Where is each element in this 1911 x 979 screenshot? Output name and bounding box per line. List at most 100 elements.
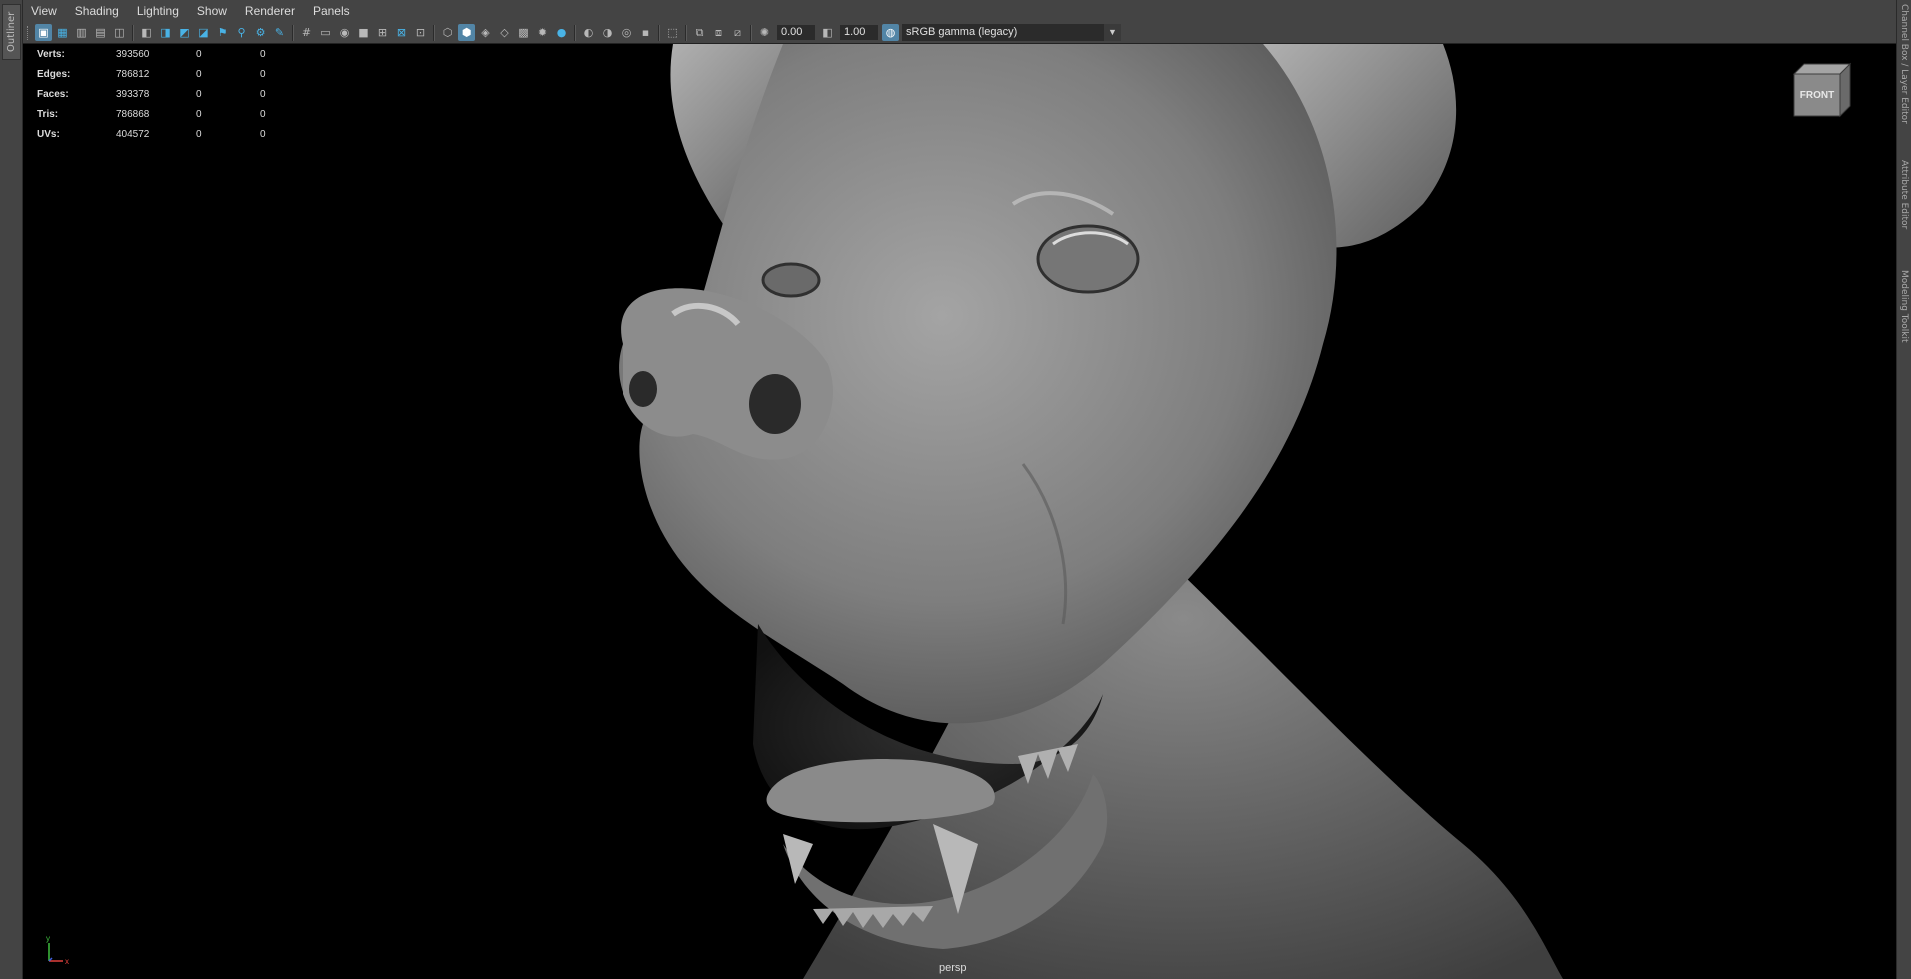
color-management-icon[interactable]: ◍ — [882, 24, 899, 41]
use-all-lights-icon[interactable]: ▩ — [515, 24, 532, 41]
safe-title-icon[interactable]: ⊡ — [412, 24, 429, 41]
modeling-toolkit-tab[interactable]: Modeling Toolkit — [1897, 270, 1911, 343]
axis-y-label: y — [46, 934, 50, 943]
bookmark-icon[interactable]: ▥ — [73, 24, 90, 41]
xray-active-components-icon[interactable]: ⧈ — [710, 24, 727, 41]
hud-value: 393560 — [116, 48, 150, 60]
nostril-left — [629, 371, 657, 407]
two-d-pan-zoom-icon[interactable]: ◫ — [111, 24, 128, 41]
resolution-gate-icon[interactable]: ⚲ — [233, 24, 250, 41]
toolbar-separator — [685, 24, 687, 41]
left-eye — [761, 262, 821, 298]
exposure-field[interactable]: 0.00 — [777, 25, 815, 40]
menu-view[interactable]: View — [23, 0, 66, 22]
motion-blur-icon[interactable]: ◐ — [580, 24, 597, 41]
xray-icon[interactable]: ⬚ — [664, 24, 681, 41]
panel-menubar: View Shading Lighting Show Renderer Pane… — [23, 0, 1896, 23]
hud-label: UVs: — [37, 128, 60, 140]
toolbar-separator — [574, 24, 576, 41]
exposure-icon[interactable]: ✺ — [756, 24, 773, 41]
channel-box-tab[interactable]: Channel Box / Layer Editor — [1897, 4, 1911, 124]
hud-label: Tris: — [37, 108, 59, 120]
hud-value: 393378 — [116, 88, 150, 100]
attribute-editor-tab[interactable]: Attribute Editor — [1897, 160, 1911, 229]
toolbar-separator — [750, 24, 752, 41]
hud-label: Edges: — [37, 68, 71, 80]
dog-head-sculpt — [619, 44, 1563, 979]
wireframe-on-shaded-icon[interactable]: ◈ — [477, 24, 494, 41]
hud-row: Tris: 786868 0 0 — [37, 104, 324, 124]
toolbar-separator — [658, 24, 660, 41]
left-dock-strip: Outliner — [0, 0, 23, 979]
screen-space-ao-icon[interactable]: ● — [553, 24, 570, 41]
safe-action-icon[interactable]: ⊠ — [393, 24, 410, 41]
xray-joints-icon[interactable]: ⧉ — [691, 24, 708, 41]
menu-renderer[interactable]: Renderer — [236, 0, 304, 22]
depth-of-field-icon[interactable]: ◎ — [618, 24, 635, 41]
gamma-field[interactable]: 1.00 — [840, 25, 878, 40]
smooth-shade-icon[interactable]: ⬢ — [458, 24, 475, 41]
toolbar-grip[interactable] — [27, 25, 31, 40]
hud-value: 786868 — [116, 108, 150, 120]
view-transform-dropdown[interactable]: sRGB gamma (legacy) ▼ — [902, 24, 1121, 41]
bookmark-flag-icon[interactable]: ⚑ — [214, 24, 231, 41]
hud-uv: 0 — [260, 48, 266, 60]
chevron-down-icon[interactable]: ▼ — [1104, 24, 1121, 41]
axis-gizmo: y x — [46, 934, 69, 966]
menu-lighting[interactable]: Lighting — [128, 0, 188, 22]
backface-culling-icon[interactable]: ⧄ — [729, 24, 746, 41]
gate-mask-toggle-icon[interactable]: ■ — [355, 24, 372, 41]
gate-mask-icon[interactable]: ⚙ — [252, 24, 269, 41]
view-transform-label: sRGB gamma (legacy) — [906, 26, 1018, 38]
textured-icon[interactable]: ◇ — [496, 24, 513, 41]
hud-row: UVs: 404572 0 0 — [37, 124, 324, 144]
shadows-icon[interactable]: ✹ — [534, 24, 551, 41]
camera-attributes-icon[interactable]: ▦ — [54, 24, 71, 41]
hud-uv: 0 — [260, 88, 266, 100]
view-cube-label: FRONT — [1800, 90, 1834, 101]
gamma-icon[interactable]: ◧ — [819, 24, 836, 41]
hud-selected: 0 — [196, 68, 202, 80]
hud-uv: 0 — [260, 108, 266, 120]
menu-show[interactable]: Show — [188, 0, 236, 22]
hud-label: Verts: — [37, 48, 65, 60]
right-dock-strip: Channel Box / Layer Editor Attribute Edi… — [1896, 0, 1911, 979]
poly-count-hud: Verts: 393560 0 0 Edges: 786812 0 0 Face… — [37, 44, 324, 144]
hud-label: Faces: — [37, 88, 69, 100]
film-gate-icon[interactable]: ◪ — [195, 24, 212, 41]
toolbar-separator — [433, 24, 435, 41]
camera-name-label: persp — [939, 962, 967, 974]
grid-icon[interactable]: # — [298, 24, 315, 41]
menu-panels[interactable]: Panels — [304, 0, 359, 22]
3d-viewport[interactable]: Verts: 393560 0 0 Edges: 786812 0 0 Face… — [23, 44, 1896, 979]
hud-uv: 0 — [260, 128, 266, 140]
multisample-aa-icon[interactable]: ◑ — [599, 24, 616, 41]
menu-shading[interactable]: Shading — [66, 0, 128, 22]
film-gate-toggle-icon[interactable]: ▭ — [317, 24, 334, 41]
hud-selected: 0 — [196, 128, 202, 140]
toolbar-separator — [292, 24, 294, 41]
hud-uv: 0 — [260, 68, 266, 80]
toolbar-separator — [132, 24, 134, 41]
hud-value: 404572 — [116, 128, 150, 140]
model-panel: View Shading Lighting Show Renderer Pane… — [23, 0, 1896, 979]
field-chart-icon[interactable]: ⊞ — [374, 24, 391, 41]
select-camera-icon[interactable]: ▣ — [35, 24, 52, 41]
wireframe-icon[interactable]: ⬡ — [439, 24, 456, 41]
axis-x-label: x — [65, 957, 69, 966]
hud-value: 786812 — [116, 68, 150, 80]
hud-row: Verts: 393560 0 0 — [37, 44, 324, 64]
grease-pencil-icon[interactable]: ◩ — [176, 24, 193, 41]
outliner-tab[interactable]: Outliner — [2, 4, 21, 60]
panel-toolbar: ▣ ▦ ▥ ▤ ◫ ◧ ◨ ◩ ◪ ⚑ ⚲ ⚙ ✎ # ▭ ◉ ■ ⊞ ⊠ ⊡ … — [23, 22, 1896, 44]
isolate-select-icon[interactable]: ▪ — [637, 24, 654, 41]
lock-camera-icon[interactable]: ◨ — [157, 24, 174, 41]
pencil-icon[interactable]: ✎ — [271, 24, 288, 41]
hud-selected: 0 — [196, 48, 202, 60]
nostril-right — [749, 374, 801, 434]
view-cube[interactable]: FRONT — [1792, 62, 1852, 120]
resolution-gate-toggle-icon[interactable]: ◉ — [336, 24, 353, 41]
camera-icon[interactable]: ◧ — [138, 24, 155, 41]
image-plane-icon[interactable]: ▤ — [92, 24, 109, 41]
hud-selected: 0 — [196, 108, 202, 120]
